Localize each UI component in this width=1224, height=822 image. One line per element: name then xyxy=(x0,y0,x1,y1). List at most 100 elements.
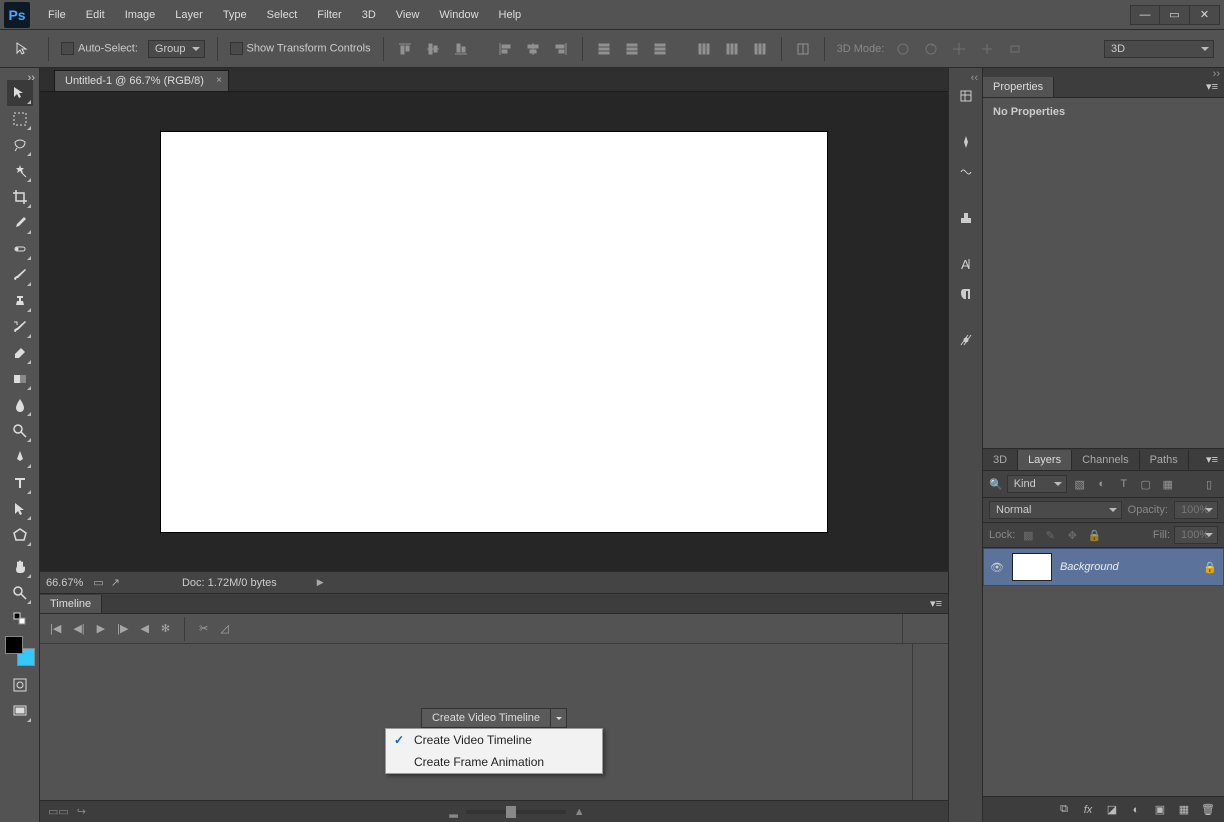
layers-panel-tab[interactable]: Layers xyxy=(1018,450,1072,470)
move-tool[interactable] xyxy=(7,80,33,106)
3d-zoom-icon[interactable] xyxy=(1006,40,1024,58)
distribute-bottom-icon[interactable] xyxy=(651,40,669,58)
eyedropper-tool[interactable] xyxy=(7,210,33,236)
adjustment-layer-icon[interactable]: ◐ xyxy=(1128,804,1144,816)
menu-create-frame-animation[interactable]: Create Frame Animation xyxy=(386,751,602,773)
window-close-button[interactable]: ✕ xyxy=(1190,5,1220,25)
eraser-tool[interactable] xyxy=(7,340,33,366)
3d-panel-tab[interactable]: 3D xyxy=(983,450,1018,470)
align-top-icon[interactable] xyxy=(396,40,414,58)
character-panel-icon[interactable]: A xyxy=(953,250,979,278)
distribute-vcenter-icon[interactable] xyxy=(623,40,641,58)
marquee-tool[interactable] xyxy=(7,106,33,132)
clone-source-panel-icon[interactable] xyxy=(953,204,979,232)
hand-tool[interactable] xyxy=(7,554,33,580)
menu-file[interactable]: File xyxy=(38,1,76,29)
distribute-top-icon[interactable] xyxy=(595,40,613,58)
shape-tool[interactable] xyxy=(7,522,33,548)
window-minimize-button[interactable]: — xyxy=(1130,5,1160,25)
foreground-color-swatch[interactable] xyxy=(5,636,23,654)
path-selection-tool[interactable] xyxy=(7,496,33,522)
filter-toggle-icon[interactable]: ▯ xyxy=(1200,476,1218,492)
gradient-tool[interactable] xyxy=(7,366,33,392)
layer-thumbnail[interactable] xyxy=(1012,553,1052,581)
menu-3d[interactable]: 3D xyxy=(352,1,386,29)
lasso-tool[interactable] xyxy=(7,132,33,158)
menu-image[interactable]: Image xyxy=(115,1,166,29)
properties-menu-icon[interactable]: ▾≡ xyxy=(1200,80,1224,93)
menu-filter[interactable]: Filter xyxy=(307,1,351,29)
timeline-play-icon[interactable]: ▶ xyxy=(97,622,105,635)
tabbar-expander-icon[interactable] xyxy=(44,83,54,91)
filter-adjust-icon[interactable]: ◐ xyxy=(1093,476,1111,492)
timeline-prev-frame-icon[interactable]: ◀| xyxy=(73,622,84,635)
timeline-panel-menu-icon[interactable]: ▾≡ xyxy=(924,597,948,610)
blur-tool[interactable] xyxy=(7,392,33,418)
3d-pan-icon[interactable] xyxy=(950,40,968,58)
opacity-dropdown[interactable]: 100% xyxy=(1174,501,1218,519)
timeline-first-frame-icon[interactable]: |◀ xyxy=(50,622,61,635)
brush-tool[interactable] xyxy=(7,262,33,288)
timeline-loop-icon[interactable]: ▭▭ xyxy=(48,805,69,818)
timeline-zoom-out-icon[interactable]: ▂ xyxy=(449,805,457,818)
layer-group-icon[interactable]: ▣ xyxy=(1152,803,1168,816)
panels-expander-icon[interactable]: ›› xyxy=(983,68,1224,76)
layer-name[interactable]: Background xyxy=(1060,561,1195,573)
align-right-icon[interactable] xyxy=(552,40,570,58)
healing-brush-tool[interactable] xyxy=(7,236,33,262)
timeline-audio-icon[interactable]: ◀ xyxy=(140,622,148,635)
document-tab[interactable]: Untitled-1 @ 66.7% (RGB/8) × xyxy=(54,70,229,91)
layer-lock-icon[interactable]: 🔒 xyxy=(1203,561,1217,574)
screen-mode-icon[interactable] xyxy=(7,698,33,724)
menu-help[interactable]: Help xyxy=(489,1,532,29)
align-left-icon[interactable] xyxy=(496,40,514,58)
window-maximize-button[interactable]: ▭ xyxy=(1160,5,1190,25)
default-colors-icon[interactable] xyxy=(7,606,33,632)
workspace-dropdown[interactable]: 3D xyxy=(1104,40,1214,58)
menu-create-video-timeline[interactable]: Create Video Timeline xyxy=(386,729,602,751)
new-layer-icon[interactable]: ▦ xyxy=(1176,803,1192,816)
timeline-convert-icon[interactable]: ↪ xyxy=(77,805,86,818)
timeline-split-icon[interactable]: ✂ xyxy=(199,622,208,635)
history-brush-tool[interactable] xyxy=(7,314,33,340)
show-transform-checkbox[interactable]: Show Transform Controls xyxy=(230,42,371,55)
properties-tab[interactable]: Properties xyxy=(983,77,1054,97)
color-swatches[interactable] xyxy=(5,636,35,666)
timeline-settings-icon[interactable]: ✻ xyxy=(161,622,170,635)
type-tool[interactable] xyxy=(7,470,33,496)
layer-fx-icon[interactable]: fx xyxy=(1080,804,1096,816)
link-layers-icon[interactable]: ⧉ xyxy=(1056,803,1072,816)
crop-tool[interactable] xyxy=(7,184,33,210)
lock-pixels-icon[interactable]: ✎ xyxy=(1041,527,1059,543)
timeline-zoom-in-icon[interactable]: ▲ xyxy=(574,806,585,818)
layers-menu-icon[interactable]: ▾≡ xyxy=(1200,453,1224,466)
3d-roll-icon[interactable] xyxy=(922,40,940,58)
align-vcenter-icon[interactable] xyxy=(424,40,442,58)
menu-window[interactable]: Window xyxy=(429,1,488,29)
menu-edit[interactable]: Edit xyxy=(76,1,115,29)
3d-orbit-icon[interactable] xyxy=(894,40,912,58)
timeline-zoom-slider[interactable] xyxy=(466,810,566,814)
status-menu-icon[interactable]: ▶ xyxy=(317,577,324,588)
menu-layer[interactable]: Layer xyxy=(165,1,213,29)
timeline-tab[interactable]: Timeline xyxy=(40,595,102,613)
blend-mode-dropdown[interactable]: Normal xyxy=(989,501,1122,519)
3d-slide-icon[interactable] xyxy=(978,40,996,58)
fill-dropdown[interactable]: 100% xyxy=(1174,526,1218,544)
filter-type-icon[interactable]: T xyxy=(1115,476,1133,492)
history-panel-icon[interactable] xyxy=(953,82,979,110)
tools-expander-icon[interactable]: ›› xyxy=(0,72,39,80)
auto-select-target-dropdown[interactable]: Group xyxy=(148,40,205,58)
layer-item-background[interactable]: 👁 Background 🔒 xyxy=(983,548,1224,586)
layer-visibility-icon[interactable]: 👁 xyxy=(990,561,1004,574)
menu-select[interactable]: Select xyxy=(257,1,308,29)
quick-mask-icon[interactable] xyxy=(7,672,33,698)
clone-stamp-tool[interactable] xyxy=(7,288,33,314)
close-tab-icon[interactable]: × xyxy=(216,75,222,86)
align-hcenter-icon[interactable] xyxy=(524,40,542,58)
filter-kind-dropdown[interactable]: Kind xyxy=(1007,475,1067,493)
brush-panel-icon[interactable] xyxy=(953,128,979,156)
distribute-hcenter-icon[interactable] xyxy=(723,40,741,58)
filter-smart-icon[interactable]: ▦ xyxy=(1159,476,1177,492)
filter-shape-icon[interactable]: ▢ xyxy=(1137,476,1155,492)
